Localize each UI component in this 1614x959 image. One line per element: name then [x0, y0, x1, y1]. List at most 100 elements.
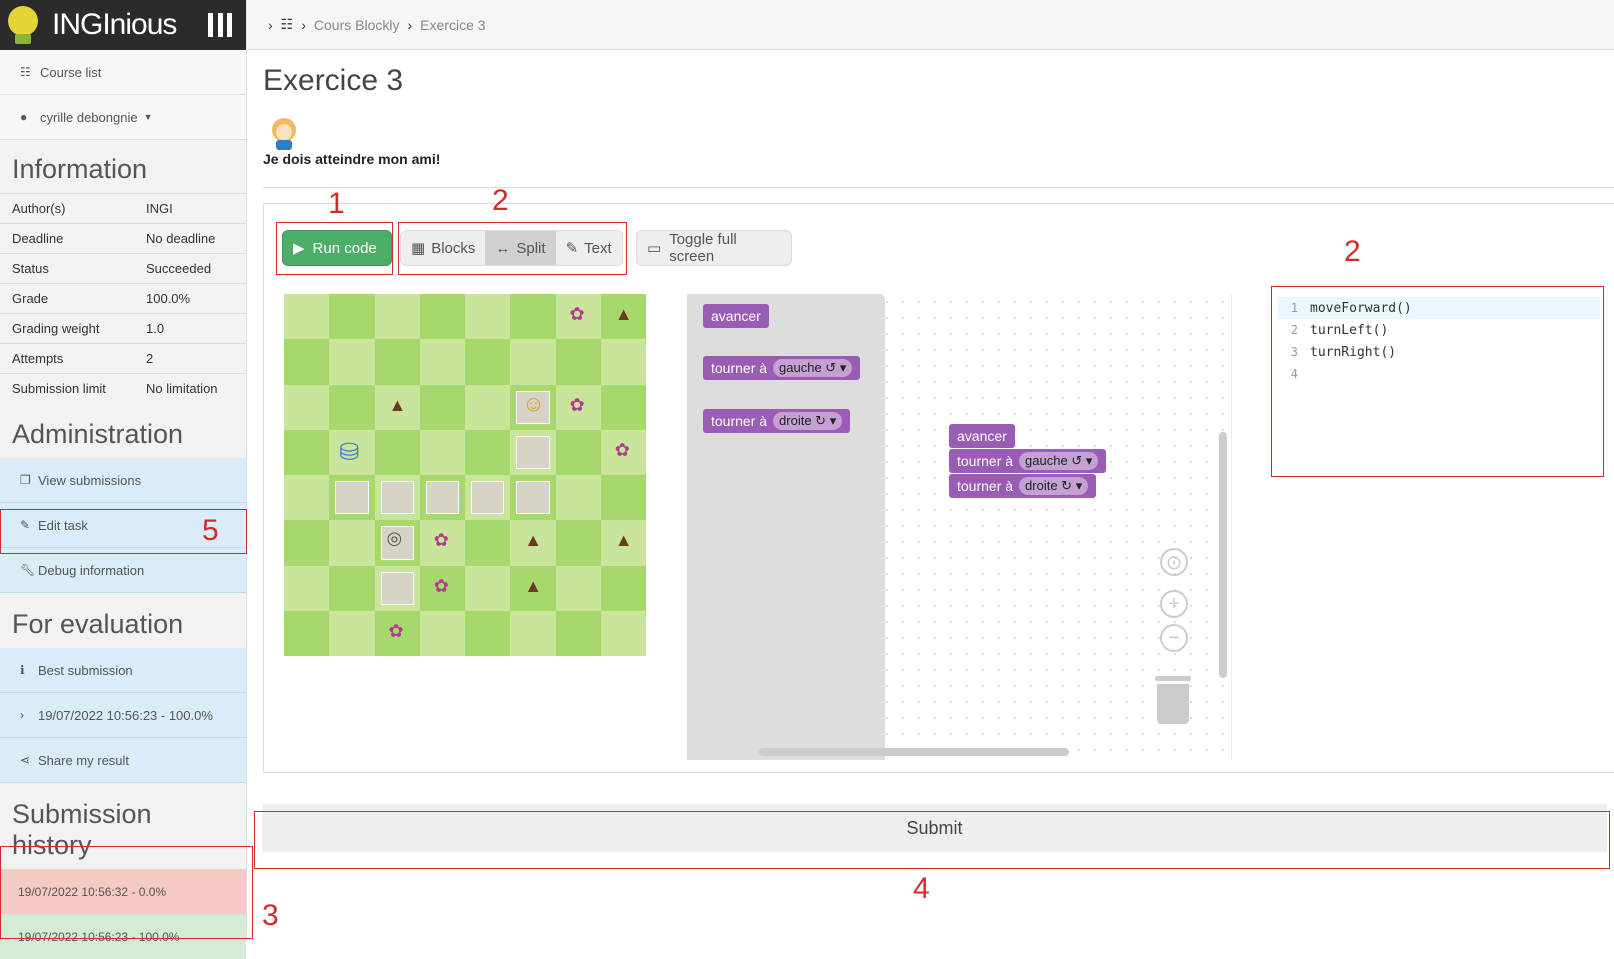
maze-cell	[374, 339, 420, 385]
info-key: Grading weight	[12, 321, 100, 336]
maze-cell	[555, 520, 601, 566]
flower-icon: ✿	[433, 575, 449, 596]
toggle-fullscreen-button[interactable]: ▭ Toggle full screen	[636, 230, 792, 266]
maze-cell: ✿	[600, 429, 646, 475]
debug-information-label: Debug information	[38, 562, 145, 578]
maze-cell	[555, 475, 601, 521]
horizontal-scrollbar[interactable]	[759, 748, 1069, 756]
maze-cell	[419, 384, 465, 430]
chevron-right-icon: ›	[268, 16, 273, 33]
flower-icon: ✿	[569, 394, 585, 415]
direction-dropdown[interactable]: gauche ↺ ▾	[1019, 452, 1099, 470]
block-label: avancer	[711, 308, 761, 324]
sidebar-toggle-icon[interactable]	[208, 13, 232, 37]
annotation-number: 2	[492, 184, 509, 217]
user-name: cyrille debongnie	[40, 109, 138, 125]
list-icon: ☷	[20, 65, 31, 79]
direction-dropdown[interactable]: gauche ↺ ▾	[773, 359, 853, 377]
maze-cell	[465, 429, 511, 475]
maze-cell	[465, 384, 511, 430]
recenter-icon[interactable]: ⊙	[1160, 548, 1188, 576]
trash-icon[interactable]	[1155, 676, 1191, 724]
maze-cell	[284, 339, 330, 385]
maze-cell	[329, 294, 375, 340]
app-name[interactable]: INGInious	[52, 8, 177, 42]
maze-cell	[329, 565, 375, 611]
inginious-logo-icon[interactable]	[6, 4, 40, 46]
maze-cell: ▲	[510, 520, 556, 566]
maze-cell	[374, 475, 420, 521]
block-label: avancer	[957, 428, 1007, 444]
maze-path	[380, 481, 414, 515]
direction-dropdown[interactable]: droite ↻ ▾	[773, 412, 843, 430]
info-row: Submission limit No limitation	[0, 373, 246, 403]
maze-cell: ▲	[600, 294, 646, 340]
maze-path	[335, 481, 369, 515]
breadcrumb-course[interactable]: Cours Blockly	[314, 17, 400, 33]
share-result-link[interactable]: ⋖ Share my result	[0, 738, 246, 783]
toolbox-block-avancer[interactable]: avancer	[703, 304, 769, 328]
maze-cell	[600, 384, 646, 430]
info-value: 1.0	[146, 321, 165, 336]
zoom-out-icon[interactable]: −	[1160, 624, 1188, 652]
wrench-icon: 🔧︎	[20, 563, 36, 577]
info-row: Grade 100.0%	[0, 283, 246, 313]
debug-information-link[interactable]: 🔧︎ Debug information	[0, 548, 246, 593]
zoom-in-icon[interactable]: +	[1160, 590, 1188, 618]
maze-cell	[600, 339, 646, 385]
workspace-block-avancer[interactable]: avancer	[949, 424, 1015, 448]
maze-cell	[284, 610, 330, 656]
maze-cell: ▲	[600, 520, 646, 566]
workspace-block-turn-left[interactable]: tourner à gauche ↺ ▾	[949, 449, 1107, 473]
maze-cell	[510, 294, 556, 340]
dropdown-value: gauche ↺	[1025, 453, 1083, 468]
annotation-number: 2	[1344, 235, 1361, 268]
maze-cell: ☺	[510, 384, 556, 430]
annotation-number: 5	[202, 514, 219, 547]
info-table: Author(s) INGI Deadline No deadline Status…	[0, 193, 246, 403]
maze-board: ✿ ▲ ▲ ☺ ✿ ⛁ ✿ ◎ ✿ ▲ ▲ ✿ ▲ ✿	[284, 294, 646, 656]
info-value: 2	[146, 351, 154, 366]
maze-cell	[419, 610, 465, 656]
mole-hill-icon: ▲	[388, 394, 407, 415]
course-list-link[interactable]: ☷ Course list	[0, 50, 246, 95]
maze-cell	[284, 429, 330, 475]
maze-path	[471, 481, 505, 515]
course-list-label: Course list	[40, 64, 102, 80]
blockly-workspace[interactable]: avancer tourner à gauche ↺ ▾ tourner à d…	[687, 294, 1232, 760]
breadcrumb-task: Exercice 3	[420, 16, 486, 33]
user-icon: ●	[20, 110, 28, 124]
annotation-box-submit	[254, 811, 1610, 869]
evaluated-submission-link[interactable]: › 19/07/2022 10:56:23 - 100.0%	[0, 693, 246, 738]
maze-cell	[284, 520, 330, 566]
maze-cell: ✿	[374, 610, 420, 656]
toolbox-block-turn-left[interactable]: tourner à gauche ↺ ▾	[703, 356, 861, 380]
block-label: tourner à	[711, 360, 768, 376]
maze-path	[516, 435, 550, 469]
maze-cell	[419, 475, 465, 521]
evaluated-submission-label: 19/07/2022 10:56:23 - 100.0%	[38, 707, 213, 723]
info-value: No deadline	[146, 231, 216, 246]
toolbox-block-turn-right[interactable]: tourner à droite ↻ ▾	[703, 409, 851, 433]
maze-cell	[555, 610, 601, 656]
annotation-box-run	[276, 222, 393, 275]
courses-grid-icon[interactable]: ☷	[281, 16, 294, 33]
best-submission-link[interactable]: ℹ Best submission	[0, 648, 246, 693]
character-avatar	[272, 118, 296, 150]
window-icon: ▭	[647, 240, 662, 257]
maze-cell	[329, 520, 375, 566]
view-submissions-link[interactable]: ❐ View submissions	[0, 458, 246, 503]
breadcrumb: › ☷ › Cours Blockly › Exercice 3	[248, 0, 1614, 50]
workspace-block-turn-right[interactable]: tourner à droite ↻ ▾	[949, 474, 1097, 498]
chevron-right-icon: ›	[301, 16, 306, 33]
maze-cell	[555, 429, 601, 475]
maze-cell	[510, 339, 556, 385]
maze-cell	[329, 339, 375, 385]
info-value: 100.0%	[146, 291, 191, 306]
info-value: No limitation	[146, 381, 218, 396]
mole-hill-icon: ▲	[614, 304, 633, 324]
vertical-scrollbar[interactable]	[1219, 432, 1227, 678]
direction-dropdown[interactable]: droite ↻ ▾	[1019, 477, 1089, 495]
maze-cell	[374, 294, 420, 340]
user-menu[interactable]: ● cyrille debongnie ▼	[0, 95, 246, 140]
